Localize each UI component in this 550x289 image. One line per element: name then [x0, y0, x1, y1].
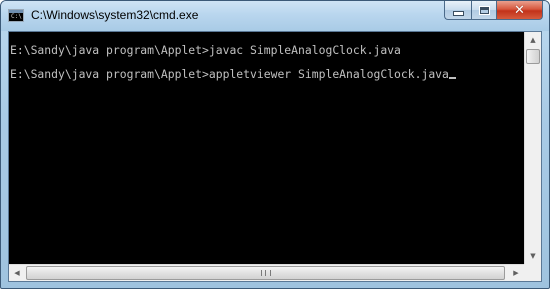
scroll-right-button[interactable]: ▶	[508, 265, 524, 281]
horizontal-scrollbar[interactable]: ◀ ▶	[9, 264, 524, 281]
vertical-scrollbar[interactable]: ▲ ▼	[524, 32, 541, 264]
caption-buttons: ✕	[444, 1, 543, 20]
minimize-icon	[452, 11, 464, 16]
window-title: C:\Windows\system32\cmd.exe	[31, 8, 199, 22]
grip-icon	[261, 270, 271, 276]
maximize-icon	[478, 5, 490, 15]
console-frame: E:\Sandy\java program\Applet>javac Simpl…	[8, 31, 542, 282]
scroll-left-button[interactable]: ◀	[9, 265, 25, 281]
maximize-button[interactable]	[471, 1, 497, 20]
console-line-text: E:\Sandy\java program\Applet>appletviewe…	[10, 67, 449, 81]
size-grip[interactable]	[524, 264, 541, 281]
vertical-scroll-thumb[interactable]	[526, 49, 540, 64]
cmd-window: C:\ C:\Windows\system32\cmd.exe ✕ E:\San…	[0, 0, 550, 289]
up-arrow-icon: ▲	[530, 36, 536, 44]
right-arrow-icon: ▶	[513, 269, 519, 277]
console-line: E:\Sandy\java program\Applet>javac Simpl…	[10, 43, 401, 57]
scroll-up-button[interactable]: ▲	[525, 32, 541, 48]
down-arrow-icon: ▼	[530, 252, 536, 260]
console-output[interactable]: E:\Sandy\java program\Applet>javac Simpl…	[9, 32, 524, 264]
minimize-button[interactable]	[444, 1, 471, 20]
close-button[interactable]: ✕	[497, 1, 543, 20]
left-arrow-icon: ◀	[14, 269, 20, 277]
close-icon: ✕	[514, 2, 525, 18]
title-bar[interactable]: C:\ C:\Windows\system32\cmd.exe ✕	[1, 1, 549, 31]
text-cursor	[448, 77, 456, 79]
console-line-current: E:\Sandy\java program\Applet>appletviewe…	[10, 67, 456, 81]
scroll-down-button[interactable]: ▼	[525, 248, 541, 264]
horizontal-scroll-thumb[interactable]	[26, 266, 505, 280]
cmd-icon-glyph: C:\	[11, 13, 22, 20]
cmd-icon[interactable]: C:\	[8, 9, 24, 22]
